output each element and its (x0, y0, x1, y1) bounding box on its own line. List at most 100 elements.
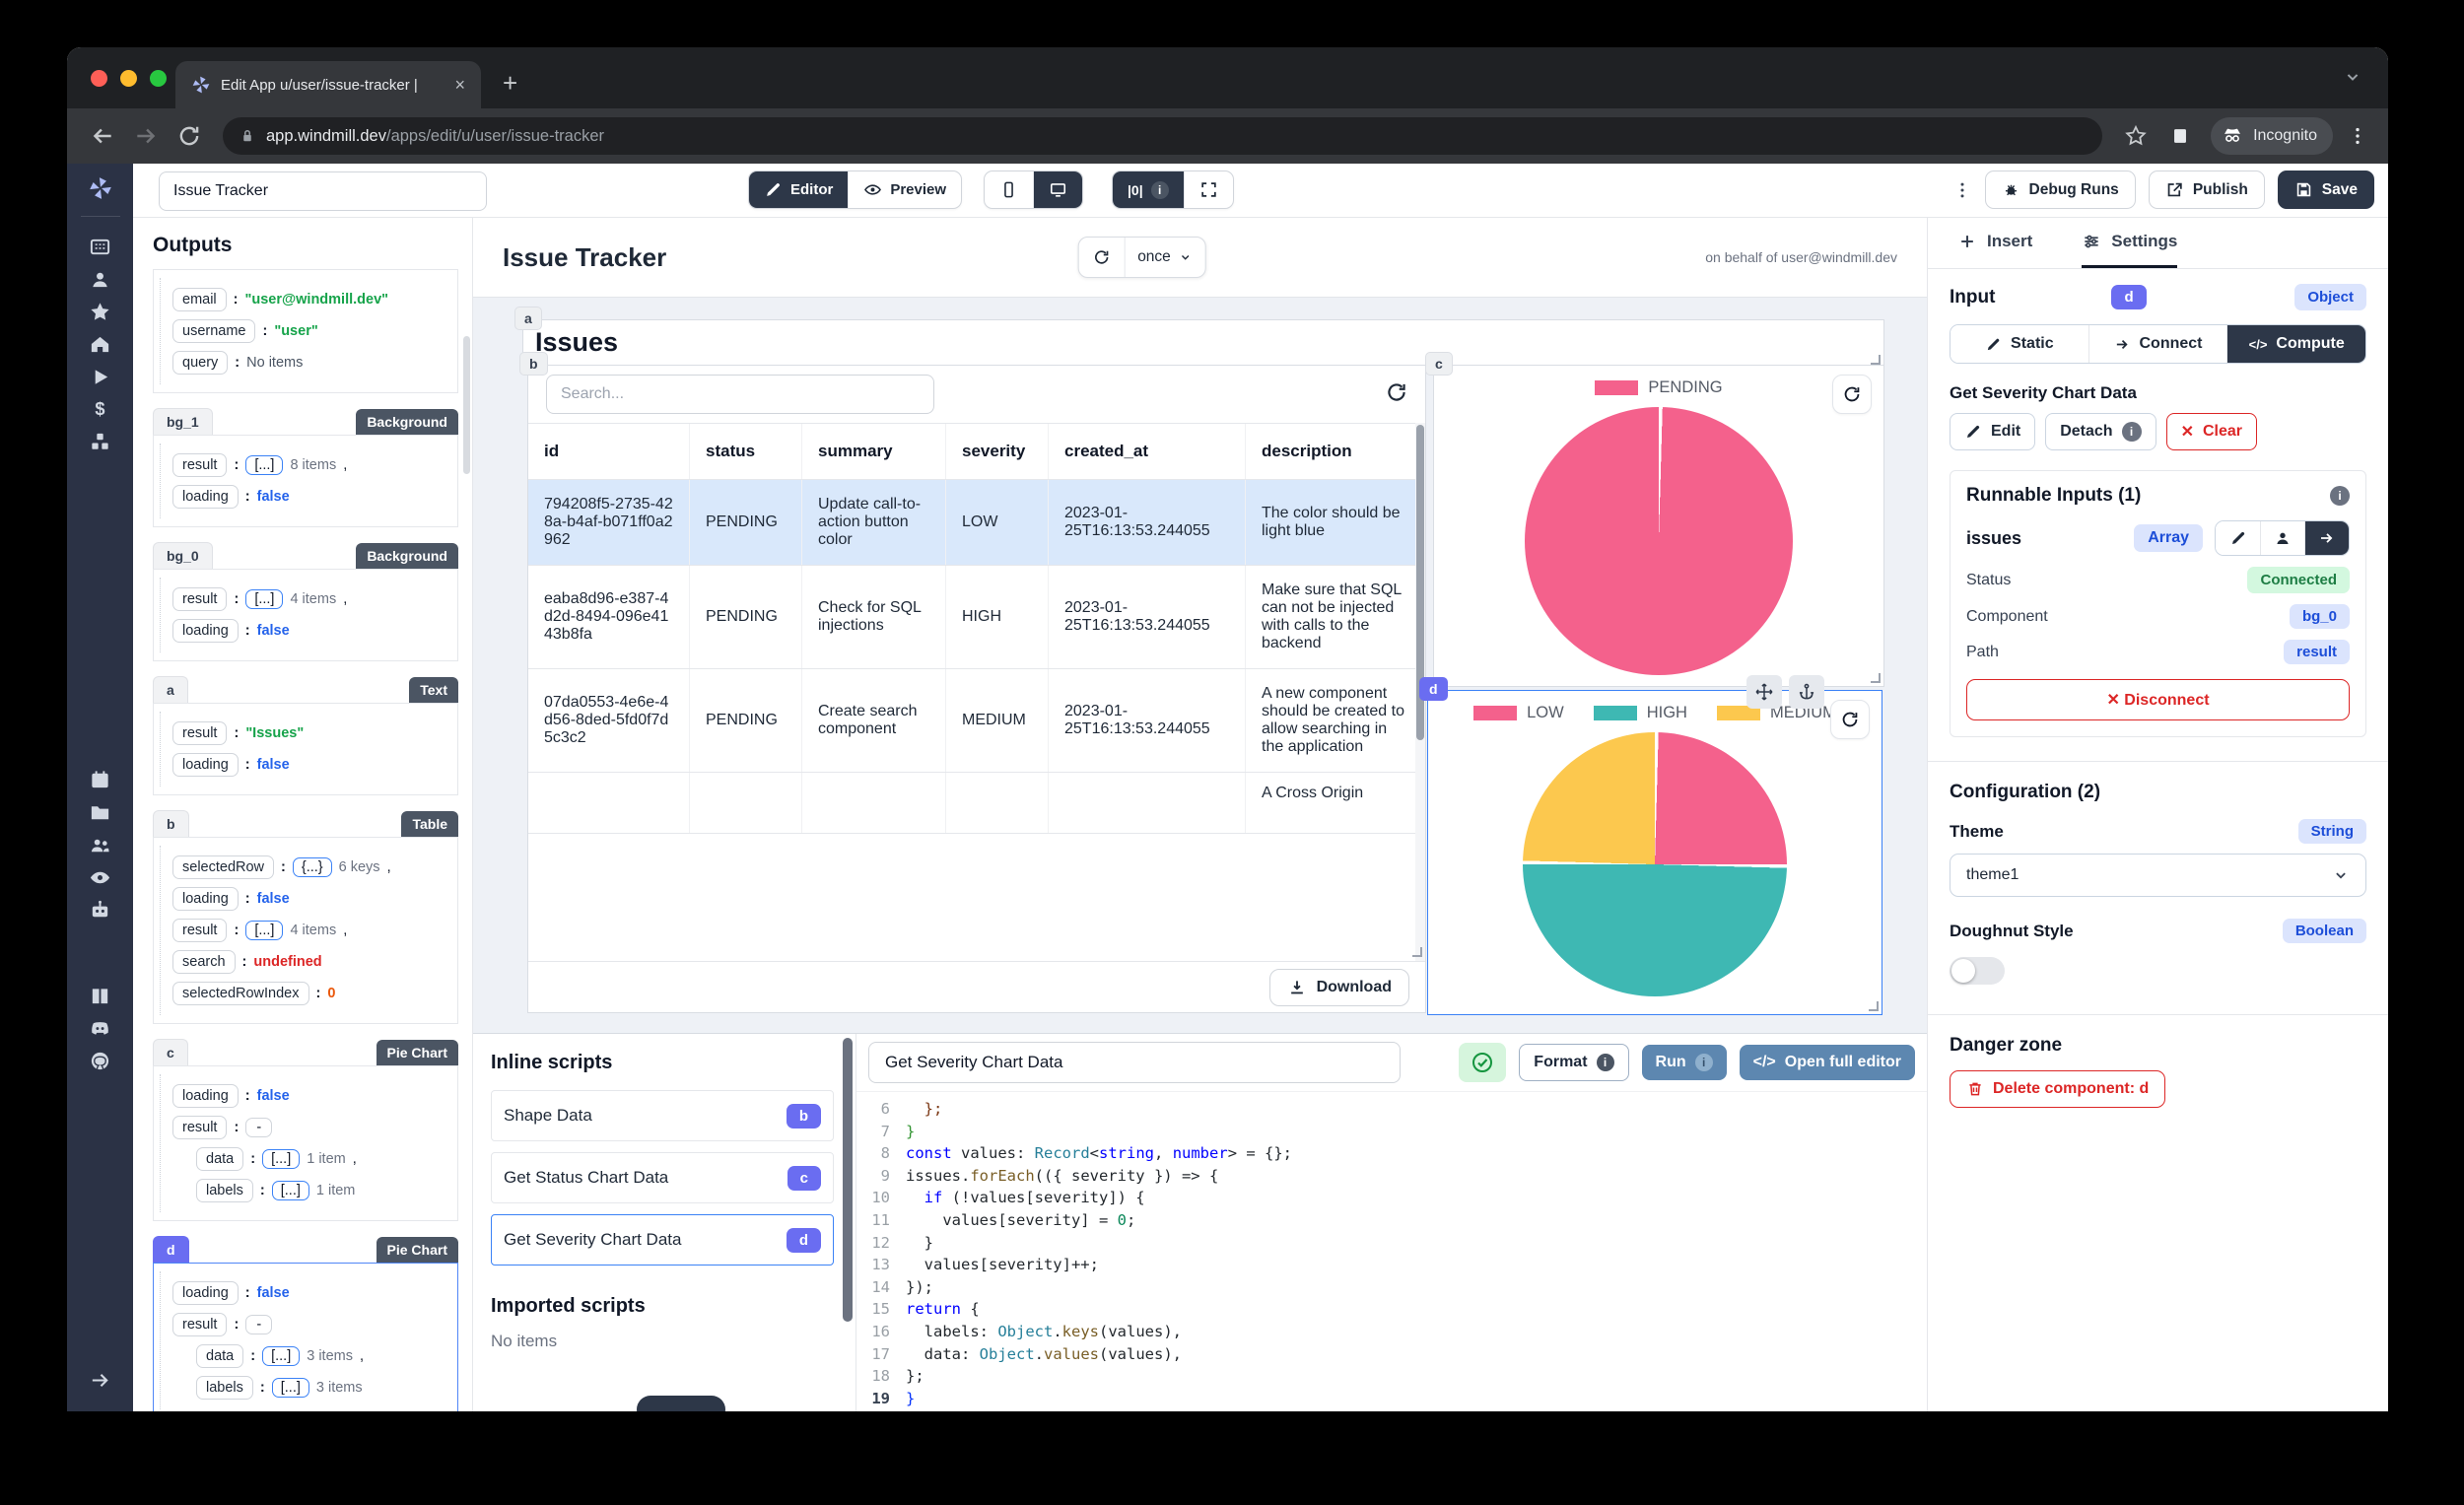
inline-script-item[interactable]: Get Severity Chart Data d (491, 1214, 834, 1266)
new-tab-button[interactable]: + (503, 68, 517, 99)
code-line[interactable]: values[severity]++; (906, 1254, 1927, 1276)
code-line[interactable]: }); (906, 1276, 1927, 1299)
output-row[interactable]: labels: [...] 1 item (196, 1179, 451, 1202)
code-line[interactable]: labels: Object.keys(values), (906, 1321, 1927, 1343)
code-line[interactable]: } (906, 1232, 1927, 1255)
publish-button[interactable]: Publish (2148, 171, 2265, 209)
window-controls[interactable] (91, 70, 167, 87)
table-row[interactable]: eaba8d96-e387-4d2d-8494-096e4143b8fa PEND… (528, 566, 1425, 669)
resize-handle[interactable] (1412, 947, 1422, 957)
output-row[interactable]: data: [...] 1 item, (196, 1147, 451, 1171)
bookmark-star-icon[interactable] (2124, 124, 2148, 148)
forward-icon[interactable] (133, 123, 159, 149)
format-button[interactable]: Format i (1519, 1044, 1629, 1081)
output-row[interactable]: search: undefined (172, 950, 451, 974)
desktop-view-button[interactable] (1033, 171, 1082, 208)
issues-static-button[interactable] (2216, 521, 2260, 555)
output-row[interactable]: loading: false (172, 485, 451, 509)
output-row[interactable]: selectedRow: {...} 6 keys, (172, 855, 451, 879)
component-id-badge[interactable]: a (153, 676, 188, 703)
code-line[interactable]: const values: Record<string, number> = {… (906, 1142, 1927, 1165)
scripts-scrollbar[interactable] (843, 1038, 853, 1322)
output-row[interactable]: selectedRowIndex:0 (172, 982, 451, 1005)
output-row[interactable]: result: - (172, 1313, 451, 1336)
table-column-header[interactable]: id (528, 424, 690, 479)
output-row[interactable]: result: - (172, 1116, 451, 1139)
tab-settings[interactable]: Settings (2082, 218, 2178, 268)
dollar-icon[interactable]: $ (89, 398, 111, 421)
inline-script-item[interactable]: Shape Data b (491, 1090, 834, 1141)
code-line[interactable]: if (!values[severity]) { (906, 1187, 1927, 1209)
back-icon[interactable] (90, 123, 115, 149)
output-row[interactable]: result: "Issues" (172, 721, 451, 745)
output-row[interactable]: labels: [...] 3 items (196, 1376, 451, 1400)
star-icon[interactable] (89, 301, 111, 323)
status-pie-chart[interactable] (1525, 407, 1793, 675)
pie-chart-component-c[interactable]: c PENDING (1425, 352, 1884, 687)
tab-search-icon[interactable] (2169, 125, 2191, 147)
component-id-badge[interactable]: bg_1 (153, 408, 213, 435)
calendar-icon[interactable] (89, 769, 111, 791)
severity-pie-chart[interactable] (1523, 732, 1787, 996)
robot-icon[interactable] (89, 899, 111, 922)
url-field[interactable]: app.windmill.dev/apps/edit/u/user/issue-… (223, 117, 2103, 155)
folder-icon[interactable] (89, 801, 111, 824)
table-row[interactable]: A Cross Origin (528, 773, 1425, 834)
theme-select[interactable]: theme1 (1950, 854, 2366, 897)
table-search-input[interactable]: Search... (546, 375, 934, 414)
legend-item[interactable]: PENDING (1595, 378, 1723, 397)
anchor-button[interactable] (1789, 675, 1824, 709)
outputs-scrollbar[interactable] (463, 336, 470, 474)
table-column-header[interactable]: summary (802, 424, 946, 479)
minimize-window-button[interactable] (120, 70, 137, 87)
open-full-editor-button[interactable]: </> Open full editor (1739, 1045, 1915, 1080)
compute-mode-button[interactable]: </> Compute (2226, 325, 2365, 363)
connect-mode-button[interactable]: Connect (2088, 325, 2227, 363)
browser-menu-icon[interactable] (2347, 125, 2368, 147)
editor-mode-button[interactable]: Editor (749, 171, 849, 208)
chart-c-refresh-button[interactable] (1832, 375, 1872, 414)
output-row[interactable]: loading: false (172, 887, 451, 911)
app-name-input[interactable]: Issue Tracker (159, 171, 487, 211)
output-row[interactable]: query: No items (172, 351, 451, 375)
component-id-badge[interactable]: bg_0 (153, 542, 213, 569)
eye-icon[interactable] (89, 866, 111, 889)
pie-chart-component-d[interactable]: d LOW HIGH MEDIUM (1419, 675, 1882, 1015)
reload-icon[interactable] (176, 123, 202, 149)
code-line[interactable]: issues.forEach(({ severity }) => { (906, 1165, 1927, 1188)
refresh-mode-dropdown[interactable]: once (1124, 238, 1205, 277)
run-button[interactable]: Run i (1641, 1045, 1727, 1080)
preview-mode-button[interactable]: Preview (848, 171, 961, 208)
debug-runs-button[interactable]: Debug Runs (1984, 171, 2136, 209)
app-canvas[interactable]: a Issues b Search... id status summary seve… (473, 297, 1927, 1033)
output-row[interactable]: email: "user@windmill.dev" (172, 288, 451, 311)
mobile-view-button[interactable] (985, 171, 1033, 208)
resize-handle[interactable] (1871, 673, 1881, 683)
table-row[interactable]: 07da0553-4e6e-4d56-8ded-5fd0f7d5c3c2 PEND… (528, 669, 1425, 773)
collapse-arrow-icon[interactable] (89, 1369, 111, 1392)
edit-button[interactable]: Edit (1950, 413, 2036, 450)
add-script-button[interactable] (637, 1396, 725, 1411)
output-row[interactable]: username: "user" (172, 319, 451, 343)
code-line[interactable]: } (906, 1121, 1927, 1143)
text-component-a[interactable]: a Issues (514, 307, 1884, 369)
code-line[interactable]: data: Object.values(values), (906, 1343, 1927, 1366)
move-handle[interactable] (1746, 675, 1782, 709)
boxes-icon[interactable] (89, 431, 111, 453)
code-lines[interactable]: };} const values: Record<string, number> … (906, 1098, 1927, 1411)
component-id-badge[interactable]: c (153, 1039, 188, 1065)
grid-icon[interactable] (89, 236, 111, 258)
detach-button[interactable]: Detach i (2045, 413, 2156, 450)
close-tab-icon[interactable]: × (454, 75, 465, 96)
path-badge[interactable]: result (2284, 640, 2350, 664)
discord-icon[interactable] (89, 1017, 111, 1040)
code-line[interactable]: values[severity] = 0; (906, 1209, 1927, 1232)
inline-script-item[interactable]: Get Status Chart Data c (491, 1152, 834, 1203)
issues-connect-button[interactable] (2304, 521, 2349, 555)
browser-tab[interactable]: Edit App u/user/issue-tracker | × (175, 61, 481, 108)
play-icon[interactable] (89, 366, 111, 388)
script-name-input[interactable]: Get Severity Chart Data (868, 1042, 1401, 1083)
component-id-badge[interactable]: b (153, 810, 189, 837)
legend-item[interactable]: HIGH (1593, 704, 1687, 722)
code-line[interactable]: } (906, 1388, 1927, 1410)
